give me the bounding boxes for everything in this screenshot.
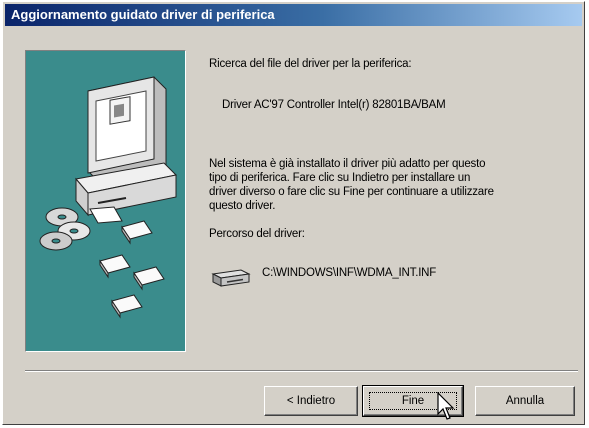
- device-name: Driver AC'97 Controller Intel(r) 82801BA…: [222, 99, 446, 111]
- mouse-pointer-icon: [436, 391, 458, 422]
- disk-drive-icon: [211, 266, 251, 290]
- cancel-button-label: Annulla: [505, 395, 545, 407]
- driver-message: Nel sistema è già installato il driver p…: [209, 158, 494, 212]
- back-button[interactable]: < Indietro: [264, 386, 358, 416]
- driver-path-label: Percorso del driver:: [209, 228, 305, 240]
- title-bar[interactable]: Aggiornamento guidato driver di periferi…: [5, 4, 582, 26]
- cancel-button[interactable]: Annulla: [475, 386, 575, 416]
- wizard-illustration: [25, 50, 186, 352]
- back-button-label: < Indietro: [286, 395, 336, 407]
- window-title: Aggiornamento guidato driver di periferi…: [11, 7, 275, 22]
- driver-path: C:\WINDOWS\INF\WDMA_INT.INF: [262, 267, 437, 279]
- wizard-dialog: Aggiornamento guidato driver di periferi…: [2, 1, 585, 425]
- search-heading: Ricerca del file del driver per la perif…: [209, 58, 412, 70]
- button-separator: [25, 370, 578, 372]
